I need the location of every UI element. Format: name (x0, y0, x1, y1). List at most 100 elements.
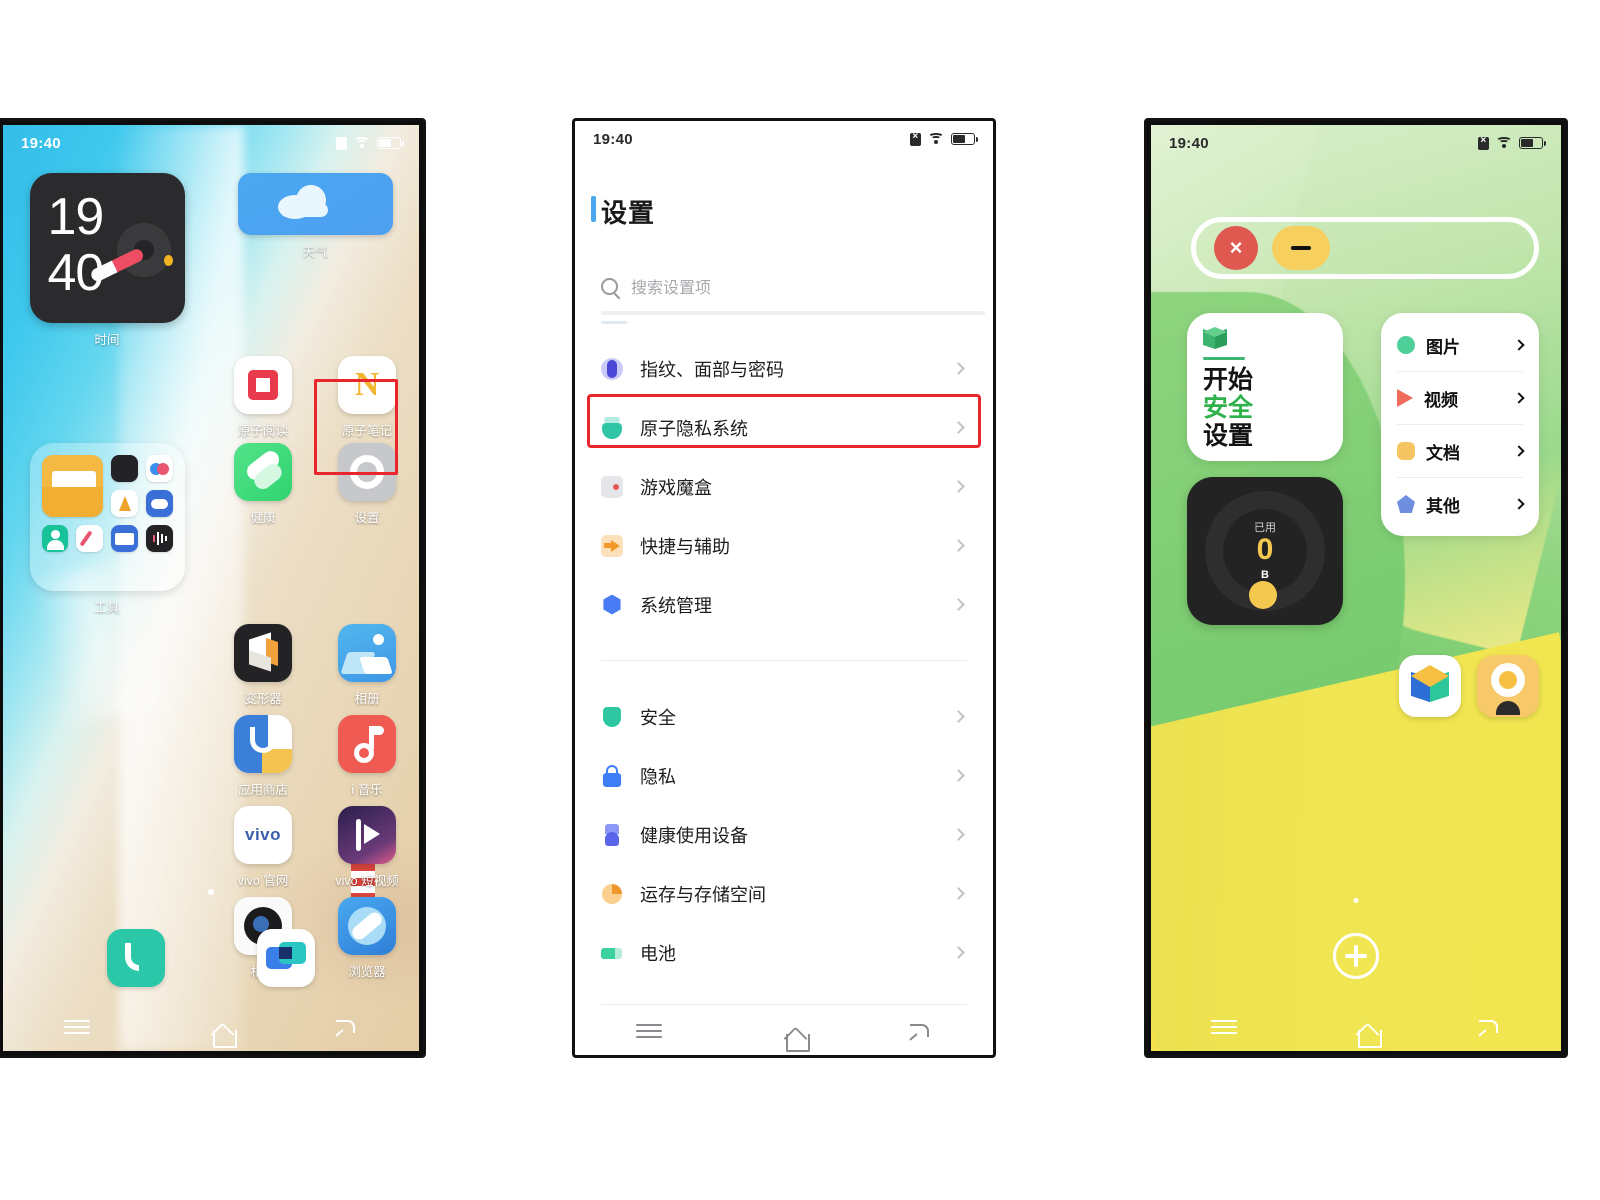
storage-usage-card[interactable]: 已用 0 B (1187, 477, 1343, 625)
clock-widget[interactable]: 19 40 时间 (3, 173, 211, 348)
item-label: 快捷与辅助 (640, 536, 730, 557)
settings-item-storage[interactable]: 运存与存储空间 (601, 864, 967, 923)
recorder-icon (145, 525, 173, 552)
minimize-button[interactable] (1272, 226, 1330, 270)
chevron-right-icon (1513, 445, 1525, 457)
item-label: 健康使用设备 (640, 825, 748, 846)
card-rule (1203, 357, 1245, 360)
close-button[interactable]: × (1214, 226, 1258, 270)
pentagon-icon (1397, 495, 1415, 513)
home-row-1: 19 40 时间 天气 (3, 173, 419, 348)
settings-item-shortcut[interactable]: 快捷与辅助 (601, 516, 967, 575)
clock-accent-dot (163, 255, 173, 266)
tools-folder[interactable]: 工具 (3, 443, 211, 616)
menu-icon[interactable] (636, 1020, 662, 1042)
item-label: 系统管理 (640, 595, 712, 616)
app-transformer[interactable]: 变形器 (211, 624, 315, 707)
privacy-capsule-icon (601, 416, 623, 439)
chevron-right-icon (952, 769, 965, 782)
menu-icon[interactable] (63, 1016, 90, 1038)
theme-icon (145, 455, 173, 482)
cloud-icon (277, 185, 330, 219)
settings-item-battery[interactable]: 电池 (601, 923, 967, 982)
lens-icon (110, 490, 138, 517)
category-item-documents[interactable]: 文档 (1381, 425, 1539, 477)
category-item-other[interactable]: 其他 (1381, 478, 1539, 530)
shortcut-arrow-icon (601, 534, 623, 557)
chevron-right-icon (952, 480, 965, 493)
app-label: i 音乐 (351, 783, 383, 797)
vivo-shortvideo-icon (338, 806, 396, 864)
settings-item-system-management[interactable]: 系统管理 (601, 575, 967, 634)
scroll-hint (601, 321, 627, 324)
app-health[interactable]: 健康 (211, 443, 315, 526)
email-icon (111, 525, 138, 552)
chevron-right-icon (952, 828, 965, 841)
list-bottom-separator (601, 1004, 967, 1005)
minimize-icon (1291, 246, 1311, 250)
home-row-4: 变形器 相册 (3, 624, 419, 707)
game-box-icon (601, 475, 623, 498)
start-line-2: 安全 (1203, 394, 1254, 422)
app-atom-reader[interactable]: 原子阅读 (211, 356, 315, 439)
window-controls-pill: × (1191, 217, 1539, 279)
storage-value: 0 (1256, 533, 1274, 566)
wifi-icon (354, 137, 370, 149)
play-triangle-icon (1397, 389, 1413, 407)
app-vivo-shortvideo[interactable]: vivo 短视频 (315, 806, 419, 889)
add-icon[interactable] (1333, 933, 1379, 979)
app-app-store[interactable]: 应用商店 (211, 715, 315, 798)
settings-item-fingerprint[interactable]: 指纹、面部与密码 (601, 339, 967, 398)
chevron-right-icon (1513, 339, 1525, 351)
category-item-images[interactable]: 图片 (1381, 319, 1539, 371)
wellbeing-icon (601, 823, 623, 846)
chevron-right-icon (952, 421, 965, 434)
chevron-right-icon (952, 539, 965, 552)
category-item-videos[interactable]: 视频 (1381, 372, 1539, 424)
back-icon[interactable] (906, 1020, 932, 1042)
app-imusic[interactable]: i 音乐 (315, 715, 419, 798)
atom-reader-icon (234, 356, 292, 414)
home-grid: 19 40 时间 天气 原子阅读 N 原子笔记 工具 健康 设置 变形器 相册 … (3, 173, 419, 980)
menu-icon[interactable] (1210, 1016, 1237, 1038)
settings-list: 指纹、面部与密码 原子隐私系统 游戏魔盒 快捷与辅助 系统管理 安全 隐私 健康… (575, 339, 993, 1015)
app-gallery[interactable]: 相册 (315, 624, 419, 707)
settings-item-privacy[interactable]: 隐私 (601, 746, 967, 805)
status-bar: 19:40 (1151, 125, 1561, 161)
fingerprint-icon (601, 357, 623, 380)
phone-2-settings-screen: 19:40 设置 搜索设置项 指纹、面部与密码 (572, 118, 996, 1058)
back-icon[interactable] (1475, 1016, 1501, 1038)
weather-widget[interactable]: 天气 (211, 173, 419, 260)
system-hexagon-icon (601, 594, 623, 616)
phone-3-navbar (1151, 1003, 1561, 1051)
status-time: 19:40 (21, 134, 61, 152)
search-underline (601, 311, 985, 315)
folder-label: 工具 (94, 601, 120, 615)
settings-item-game-box[interactable]: 游戏魔盒 (601, 457, 967, 516)
back-icon[interactable] (332, 1016, 358, 1038)
category-label: 文档 (1426, 443, 1460, 463)
clock-hour: 19 (47, 188, 105, 246)
messages-icon[interactable] (257, 929, 315, 987)
settings-item-wellbeing[interactable]: 健康使用设备 (601, 805, 967, 864)
lock-icon (601, 764, 623, 787)
chevron-right-icon (952, 362, 965, 375)
app-label: 健康 (250, 511, 276, 525)
storage-knob (1249, 581, 1277, 609)
item-label: 指纹、面部与密码 (640, 359, 784, 380)
phone-2-screen: 19:40 设置 搜索设置项 指纹、面部与密码 (575, 121, 993, 1055)
search-input[interactable]: 搜索设置项 (601, 269, 967, 303)
phone-1-screen: 19:40 19 40 (3, 125, 419, 1051)
settings-app-highlight (314, 379, 398, 475)
phone-dialer-icon[interactable] (107, 929, 165, 987)
status-bar: 19:40 (575, 121, 993, 157)
atom-cube-app-icon[interactable] (1399, 655, 1461, 717)
app-vivo-site[interactable]: vivo vivo 官网 (211, 806, 315, 889)
app-label: 原子阅读 (237, 424, 288, 438)
jovi-app-icon[interactable] (1477, 655, 1539, 717)
start-security-setup-card[interactable]: 开始 安全 设置 (1187, 313, 1343, 461)
phone-1-home-screen: 19:40 19 40 (0, 118, 426, 1058)
green-cube-icon (1203, 327, 1227, 351)
settings-item-security[interactable]: 安全 (601, 687, 967, 746)
settings-item-atom-privacy[interactable]: 原子隐私系统 (601, 398, 967, 457)
